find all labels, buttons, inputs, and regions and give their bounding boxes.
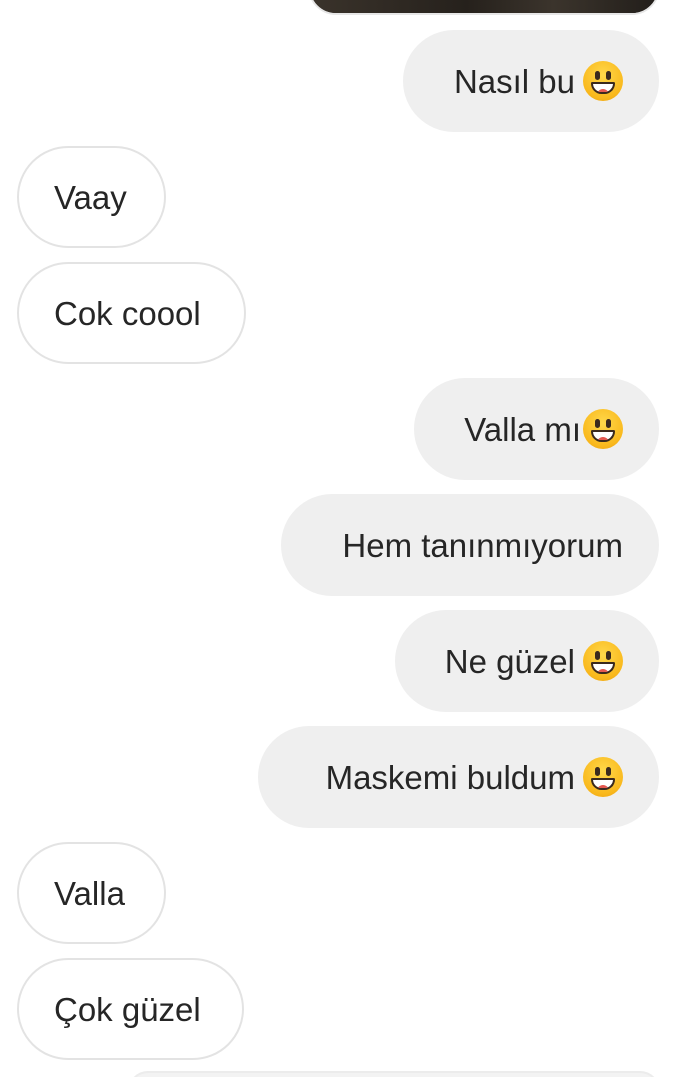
message-bubble-sent[interactable]: Ne güzel	[395, 610, 659, 712]
message-text: Maskemi buldum	[325, 758, 575, 796]
grinning-face-icon	[583, 409, 623, 449]
message-text: Ne güzel	[444, 642, 575, 680]
message-text: Valla mı	[464, 410, 581, 448]
message-bubble-received[interactable]: Çok güzel	[17, 958, 244, 1060]
chat-thread[interactable]: Nasıl bu Vaay Cok coool Valla mı Hem tan…	[0, 0, 690, 1077]
grinning-face-icon	[583, 757, 623, 797]
message-text: Valla	[54, 874, 125, 912]
grinning-face-icon	[583, 61, 623, 101]
message-bubble-received[interactable]: Vaay	[17, 146, 166, 248]
message-bubble-received[interactable]: Valla	[17, 842, 166, 944]
message-text: Cok coool	[54, 294, 201, 332]
shared-photo-message[interactable]	[308, 0, 660, 15]
message-text: Çok güzel	[54, 990, 201, 1028]
message-bubble-sent[interactable]: Hem tanınmıyorum	[281, 494, 659, 596]
photo-thumbnail	[310, 0, 658, 13]
message-text: Hem tanınmıyorum	[342, 526, 623, 564]
message-text: Nasıl bu	[453, 62, 575, 100]
message-bubble-sent[interactable]: Valla mı	[414, 378, 659, 480]
message-text: Vaay	[54, 178, 127, 216]
grinning-face-icon	[583, 641, 623, 681]
message-bubble-received[interactable]: Cok coool	[17, 262, 246, 364]
next-message-preview[interactable]	[128, 1071, 660, 1077]
message-bubble-sent[interactable]: Nasıl bu	[403, 30, 659, 132]
message-bubble-sent[interactable]: Maskemi buldum	[258, 726, 659, 828]
